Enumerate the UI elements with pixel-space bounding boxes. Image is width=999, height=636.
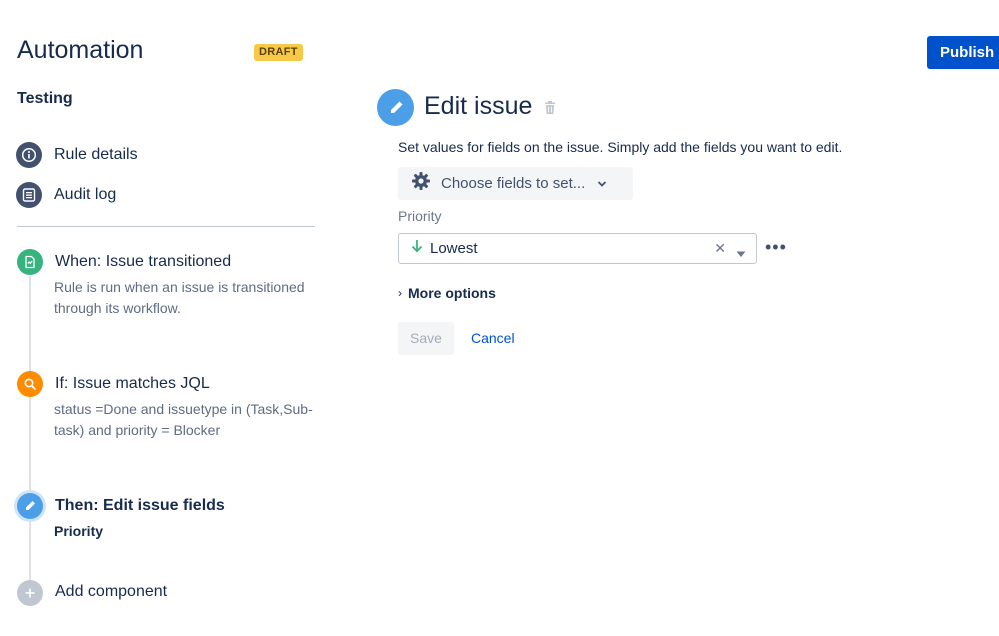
save-button[interactable]: Save — [398, 322, 454, 355]
step-description-trigger: Rule is run when an issue is transitione… — [54, 279, 305, 316]
divider — [17, 226, 315, 227]
nav-item-label: Audit log — [54, 186, 117, 203]
page-title: Automation — [17, 36, 144, 64]
clear-icon[interactable]: ✕ — [714, 241, 726, 256]
cancel-button[interactable]: Cancel — [471, 330, 515, 346]
more-options-toggle[interactable]: › More options — [398, 285, 496, 301]
status-badge: DRAFT — [254, 44, 303, 61]
nav-item-rule-details[interactable]: Rule details — [16, 142, 138, 168]
more-options-label: More options — [408, 285, 496, 301]
priority-value: Lowest — [430, 240, 478, 257]
list-icon — [16, 182, 42, 208]
timeline-connector — [29, 276, 31, 586]
info-icon — [16, 142, 42, 168]
chevron-down-icon[interactable] — [736, 245, 746, 263]
trash-icon[interactable] — [543, 100, 557, 121]
publish-rule-button[interactable]: Publish rule — [927, 36, 999, 69]
editor-description: Set values for fields on the issue. Simp… — [398, 139, 843, 155]
chevron-right-icon: › — [398, 286, 402, 300]
priority-field-label: Priority — [398, 208, 442, 224]
rule-name: Testing — [17, 90, 73, 107]
nav-item-audit-log[interactable]: Audit log — [16, 182, 116, 208]
pencil-icon — [377, 89, 414, 126]
arrow-down-icon — [411, 239, 423, 258]
step-title-action[interactable]: Then: Edit issue fields — [55, 497, 225, 515]
pencil-icon[interactable] — [17, 493, 43, 519]
nav-item-label: Rule details — [54, 146, 138, 163]
add-component-link[interactable]: Add component — [55, 583, 167, 601]
step-description-condition: status =Done and issuetype in (Task,Sub-… — [54, 401, 313, 438]
plus-icon[interactable] — [17, 580, 43, 606]
choose-fields-label: Choose fields to set... — [441, 175, 586, 192]
gear-icon — [411, 171, 431, 196]
editor-title: Edit issue — [424, 92, 533, 120]
chevron-down-icon — [597, 175, 607, 193]
search-icon[interactable] — [17, 371, 43, 397]
trigger-icon[interactable] — [17, 249, 43, 275]
step-title-condition[interactable]: If: Issue matches JQL — [55, 375, 210, 393]
priority-select[interactable]: Lowest ✕ — [398, 233, 757, 264]
step-title-trigger[interactable]: When: Issue transitioned — [55, 253, 231, 271]
choose-fields-button[interactable]: Choose fields to set... — [398, 167, 633, 200]
step-description-action: Priority — [54, 523, 104, 539]
more-actions-icon[interactable]: ••• — [765, 238, 787, 256]
